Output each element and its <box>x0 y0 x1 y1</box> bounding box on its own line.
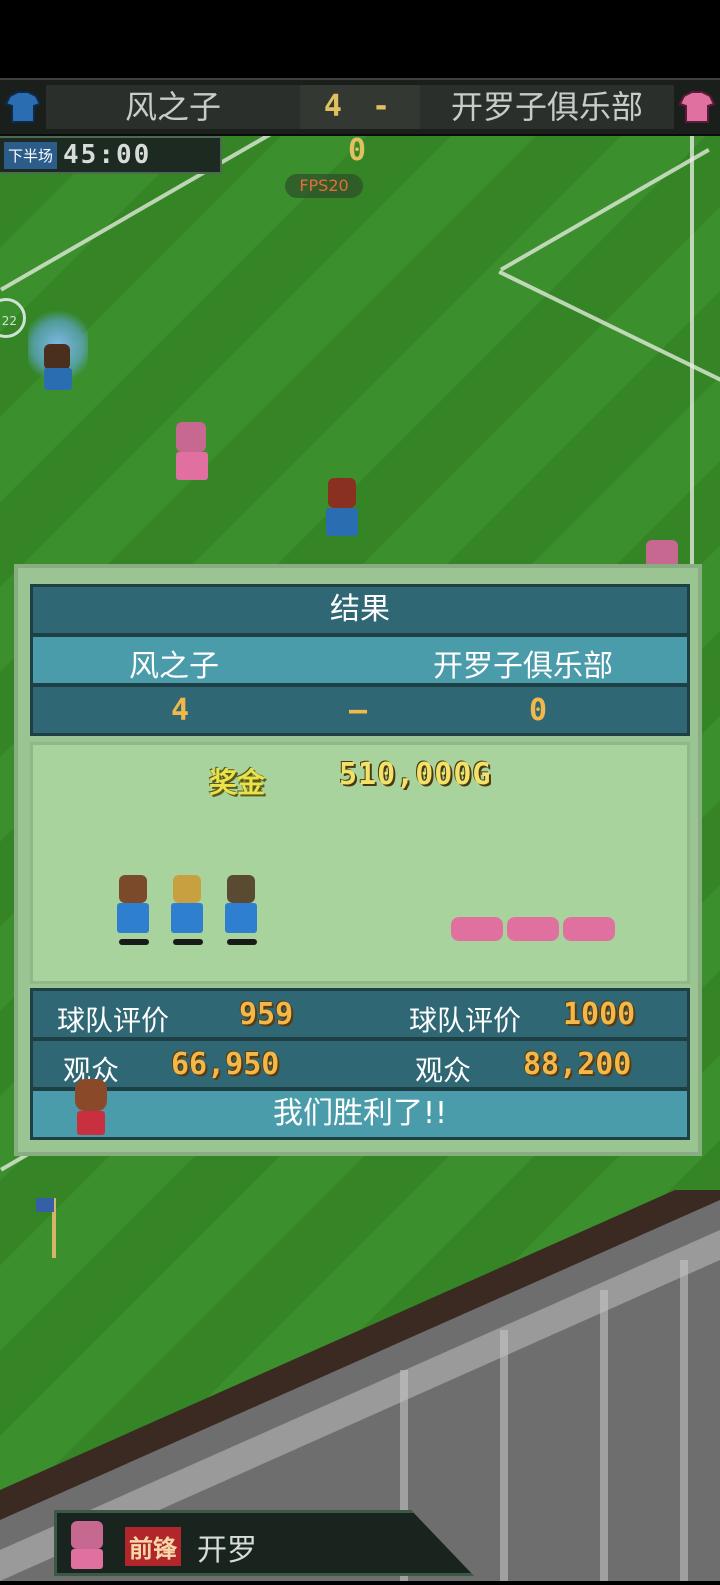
pitch-line <box>500 148 710 272</box>
fps-counter: FPS20 <box>285 174 363 198</box>
away-shirt-icon <box>678 88 716 126</box>
result-title: 结果 <box>30 584 690 636</box>
away-rating-label: 球队评价 <box>409 1004 522 1037</box>
prize-label: 奖金 <box>209 766 266 799</box>
away-rating-value: 1000 <box>563 997 636 1032</box>
manager-avatar <box>69 1079 113 1139</box>
player-avatar <box>65 1521 109 1571</box>
fallen-opponent <box>507 911 559 947</box>
away-audience-label: 观众 <box>415 1054 472 1087</box>
result-home-team: 风之子 <box>129 649 219 684</box>
pitch-line <box>498 270 720 388</box>
player-sprite <box>322 478 362 540</box>
match-clock: 下半场 45:00 <box>0 136 222 174</box>
home-shirt-icon <box>4 88 42 126</box>
result-teams-row: 风之子 开罗子俱乐部 <box>30 634 690 686</box>
victory-text: 我们胜利了!! <box>272 1096 448 1131</box>
home-team-name: 风之子 <box>46 85 300 129</box>
result-panel[interactable]: 结果 风之子 开罗子俱乐部 4 – 0 奖金 510,000G 球队评价 959… <box>14 564 702 1156</box>
fallen-opponent <box>563 911 615 947</box>
home-audience-value: 66,950 <box>171 1047 280 1082</box>
result-away-score: 0 <box>529 693 548 728</box>
clock-value: 45:00 <box>63 140 152 170</box>
scoreboard: 风之子 4 - 0 开罗子俱乐部 <box>0 78 720 168</box>
position-badge: 前锋 <box>125 1527 181 1566</box>
scoreboard-score: 4 - 0 <box>300 85 420 168</box>
cheering-player <box>167 875 207 947</box>
period-label: 下半场 <box>4 141 58 169</box>
prize-value: 510,000G <box>339 757 492 792</box>
cheering-player <box>113 875 153 947</box>
result-score-row: 4 – 0 <box>30 684 690 736</box>
result-away-team: 开罗子俱乐部 <box>433 649 613 684</box>
cheering-player <box>221 875 261 947</box>
prize-area: 奖金 510,000G <box>30 742 690 984</box>
home-rating-label: 球队评价 <box>57 1004 170 1037</box>
player-sprite <box>28 306 88 392</box>
victory-message: 我们胜利了!! <box>30 1079 690 1140</box>
player-name: 开罗 <box>197 1533 257 1568</box>
fallen-opponent <box>451 911 503 947</box>
away-audience-value: 88,200 <box>523 1047 632 1082</box>
result-home-score: 4 <box>171 693 190 728</box>
home-rating-value: 959 <box>239 997 294 1032</box>
away-team-name: 开罗子俱乐部 <box>420 85 674 129</box>
opponent-sprite <box>172 422 212 484</box>
player-info-bar[interactable]: 前锋 开罗 <box>54 1510 474 1576</box>
team-rating-row: 球队评价 959 球队评价 1000 <box>30 988 690 1040</box>
audience-row: 观众 66,950 观众 88,200 <box>30 1038 690 1090</box>
result-dash: – <box>349 693 368 728</box>
